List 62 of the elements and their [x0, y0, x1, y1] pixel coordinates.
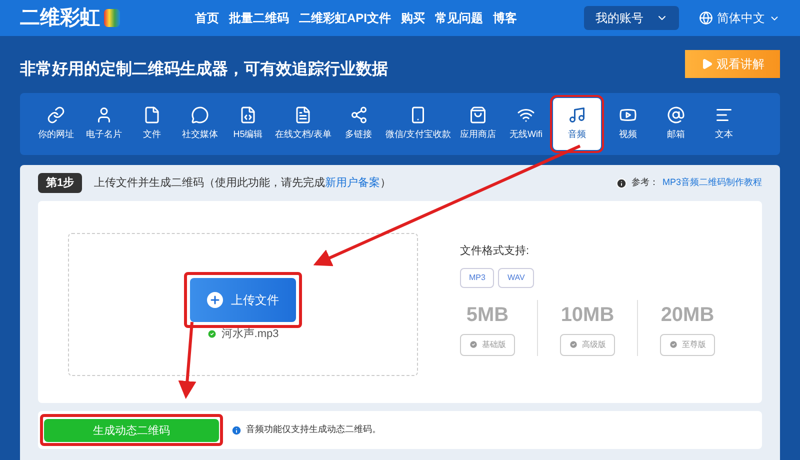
upload-file-button[interactable]: 上传文件: [190, 278, 296, 322]
size-limit: 5MB: [466, 302, 509, 328]
plan-tag: 至尊版: [660, 334, 715, 356]
doc-icon: [294, 106, 312, 124]
account-dropdown[interactable]: 我的账号: [584, 6, 679, 30]
check-circle-icon: [469, 340, 478, 349]
play-icon: [700, 58, 712, 70]
page-headline: 非常好用的定制二维码生成器，可有效追踪行业数据: [20, 59, 388, 80]
nav-link[interactable]: 二维彩虹API文件: [299, 9, 392, 27]
file-icon: [143, 106, 161, 124]
nav-link[interactable]: 批量二维码: [229, 9, 289, 27]
at-icon: [667, 106, 686, 124]
plan-tag: 基础版: [460, 334, 515, 356]
check-circle-icon: [669, 340, 678, 349]
bag-icon: [469, 106, 488, 124]
tool-tab[interactable]: 社交媒体: [177, 98, 223, 150]
tool-tab[interactable]: 视频: [605, 98, 652, 150]
tool-tab[interactable]: 你的网址: [33, 98, 79, 150]
size-limit: 20MB: [660, 302, 714, 328]
audio-note: 音频功能仅支持生成动态二维码。: [246, 423, 381, 436]
tool-tab[interactable]: 在线文档/表单: [273, 98, 334, 150]
tool-tab[interactable]: H5编辑: [225, 98, 271, 150]
format-label: 文件格式支持:: [460, 244, 530, 259]
step-instruction: 上传文件并生成二维码（使用此功能，请先完成: [94, 176, 326, 191]
tool-tab[interactable]: 电子名片: [81, 98, 127, 150]
wifi-icon: [517, 106, 536, 124]
check-circle-icon: [569, 340, 578, 349]
info-icon: [231, 424, 242, 436]
link-icon: [47, 106, 65, 124]
tool-tab[interactable]: 文件: [129, 98, 175, 150]
html-icon: [239, 106, 257, 124]
tool-tab[interactable]: 应用商店: [455, 98, 502, 150]
tool-tab[interactable]: 多链接: [336, 98, 382, 150]
reference-label: 参考：: [631, 176, 658, 190]
plan-tag: 高级版: [560, 334, 615, 356]
format-tag: WAV: [498, 268, 534, 288]
uploaded-file-name: 河水声.mp3: [221, 327, 279, 342]
tool-tab[interactable]: 微信/支付宝收款: [384, 98, 454, 150]
nav-link[interactable]: 首页: [195, 9, 219, 27]
tool-tab[interactable]: 文本: [701, 98, 748, 150]
registration-link[interactable]: 新用户备案: [325, 174, 380, 192]
format-tag: MP3: [460, 268, 494, 288]
check-circle-icon: [207, 329, 218, 340]
nav-link[interactable]: 博客: [493, 9, 518, 27]
step-badge: 第1步: [38, 172, 82, 194]
tool-tab[interactable]: 邮箱: [653, 98, 700, 150]
globe-icon: [699, 11, 713, 25]
info-icon: [616, 178, 628, 188]
language-dropdown[interactable]: 简体中文: [699, 9, 780, 27]
tutorial-link[interactable]: MP3音频二维码制作教程: [662, 176, 762, 190]
music-note-icon: [568, 106, 586, 124]
tool-tab[interactable]: 无线Wifi: [503, 98, 550, 150]
nav-link[interactable]: 常见问题: [435, 9, 484, 27]
rainbow-logo-icon: [104, 9, 120, 27]
chat-icon: [191, 106, 209, 124]
user-icon: [95, 106, 113, 124]
nav-link[interactable]: 购买: [401, 9, 426, 27]
tool-tab[interactable]: 音频: [553, 98, 602, 150]
site-logo[interactable]: 二维彩虹: [20, 3, 100, 33]
step-instruction-end: ）: [380, 176, 392, 191]
share-icon: [350, 106, 368, 124]
size-limit: 10MB: [560, 302, 614, 328]
